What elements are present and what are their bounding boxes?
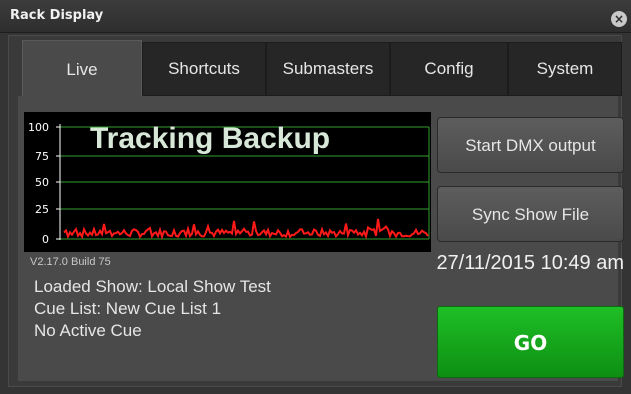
window-title: Rack Display [10,8,104,23]
cue-list-text: Cue List: New Cue List 1 [34,299,222,318]
tab-shortcuts[interactable]: Shortcuts [142,42,266,96]
graph-svg: 100 75 50 25 0 Tracking Backup [28,121,430,246]
tab-bar: Live Shortcuts Submasters Config System [18,40,622,98]
sync-show-file-button[interactable]: Sync Show File [437,186,624,242]
tab-system[interactable]: System [508,42,622,96]
close-icon[interactable]: × [611,11,627,27]
tab-live[interactable]: Live [22,40,142,98]
loaded-show-text: Loaded Show: Local Show Test [34,277,271,296]
active-cue-text: No Active Cue [34,321,142,340]
y-tick-label: 25 [35,203,49,216]
rack-display-window: Rack Display × Live Shortcuts Submasters… [0,0,631,394]
version-label: V2.17.0 Build 75 [30,256,111,268]
tab-config[interactable]: Config [390,42,508,96]
date-time: 27/11/2015 10:49 am [436,252,624,274]
title-bar: Rack Display × [0,0,631,33]
start-dmx-output-button[interactable]: Start DMX output [437,117,624,173]
tab-submasters[interactable]: Submasters [266,42,390,96]
y-tick-label: 50 [35,176,49,189]
y-tick-label: 75 [35,150,49,163]
graph-overlay-title: Tracking Backup [90,122,330,155]
y-tick-label: 0 [42,233,49,246]
dmx-activity-graph: 100 75 50 25 0 Tracking Backup [24,112,431,252]
y-tick-label: 100 [28,121,49,134]
activity-trace [63,218,429,241]
go-button[interactable]: GO [437,306,624,378]
